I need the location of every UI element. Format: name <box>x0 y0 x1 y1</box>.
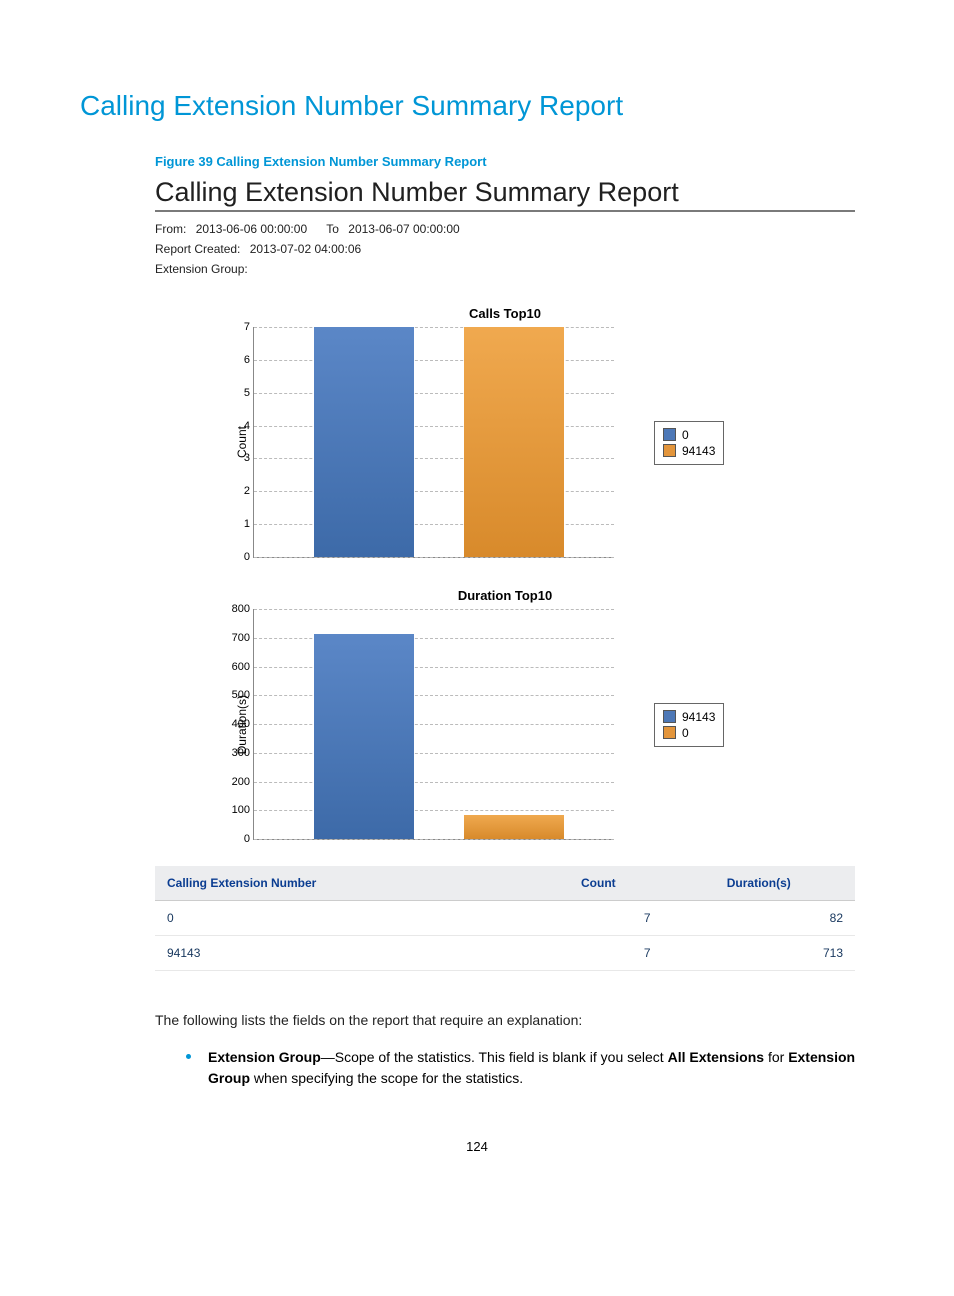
table-row: 94143 7 713 <box>155 936 855 971</box>
chart-duration-top10: Duration Top10 Duration(s) 0100200300400… <box>235 588 775 840</box>
cell-dur: 82 <box>663 901 856 936</box>
legend-label: 0 <box>682 726 689 740</box>
chart-calls-top10: Calls Top10 Count 01234567 0 94143 <box>235 306 775 558</box>
explanation-intro: The following lists the fields on the re… <box>155 1011 874 1031</box>
from-value: 2013-06-06 00:00:00 <box>196 222 307 236</box>
created-value: 2013-07-02 04:00:06 <box>250 242 361 256</box>
list-item: Extension Group—Scope of the statistics.… <box>180 1047 874 1089</box>
legend-label: 0 <box>682 428 689 442</box>
chart1-plot-area: 01234567 <box>253 327 614 558</box>
legend-item: 0 <box>663 726 715 740</box>
legend-swatch-blue <box>663 428 676 441</box>
figure-caption: Figure 39 Calling Extension Number Summa… <box>155 154 874 169</box>
chart2-legend: 94143 0 <box>654 703 724 747</box>
explanation-list: Extension Group—Scope of the statistics.… <box>180 1047 874 1089</box>
report-created: Report Created: 2013-07-02 04:00:06 <box>155 242 855 256</box>
legend-swatch-orange <box>663 444 676 457</box>
to-label: To <box>326 222 339 236</box>
sep: — <box>321 1049 335 1065</box>
cell-count: 7 <box>534 936 662 971</box>
legend-item: 0 <box>663 428 715 442</box>
report-frame: Calling Extension Number Summary Report … <box>155 177 855 971</box>
page-heading: Calling Extension Number Summary Report <box>80 90 874 122</box>
bold: All Extensions <box>668 1049 764 1065</box>
th-duration: Duration(s) <box>663 866 856 901</box>
legend-item: 94143 <box>663 710 715 724</box>
cell-dur: 713 <box>663 936 856 971</box>
th-count: Count <box>534 866 662 901</box>
legend-label: 94143 <box>682 444 715 458</box>
legend-swatch-orange <box>663 726 676 739</box>
chart1-legend: 0 94143 <box>654 421 724 465</box>
legend-swatch-blue <box>663 710 676 723</box>
legend-label: 94143 <box>682 710 715 724</box>
cell-ext: 0 <box>155 901 534 936</box>
text: for <box>764 1049 788 1065</box>
summary-table: Calling Extension Number Count Duration(… <box>155 866 855 971</box>
text: when specifying the scope for the statis… <box>250 1070 523 1086</box>
created-label: Report Created: <box>155 242 240 256</box>
report-title: Calling Extension Number Summary Report <box>155 177 855 212</box>
cell-ext: 94143 <box>155 936 534 971</box>
to-value: 2013-06-07 00:00:00 <box>348 222 459 236</box>
ext-group-label: Extension Group: <box>155 262 248 276</box>
text: Scope of the statistics. This field is b… <box>335 1049 668 1065</box>
th-extension: Calling Extension Number <box>155 866 534 901</box>
cell-count: 7 <box>534 901 662 936</box>
from-label: From: <box>155 222 186 236</box>
page-number: 124 <box>80 1139 874 1154</box>
chart2-plot-area: 0100200300400500600700800 <box>253 609 614 840</box>
extension-group: Extension Group: <box>155 262 855 276</box>
legend-item: 94143 <box>663 444 715 458</box>
report-date-range: From: 2013-06-06 00:00:00 To 2013-06-07 … <box>155 222 855 236</box>
chart1-title: Calls Top10 <box>235 306 775 321</box>
chart2-title: Duration Top10 <box>235 588 775 603</box>
term: Extension Group <box>208 1049 321 1065</box>
table-row: 0 7 82 <box>155 901 855 936</box>
